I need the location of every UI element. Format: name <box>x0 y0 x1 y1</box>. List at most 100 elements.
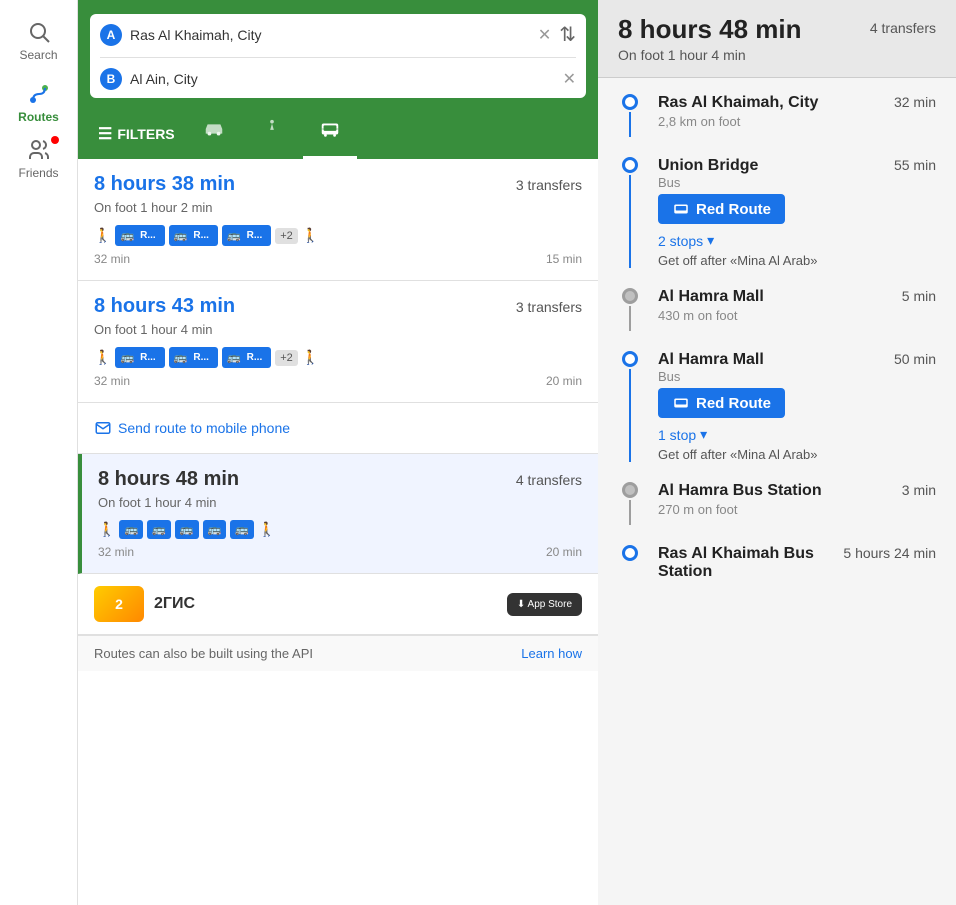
sidebar-item-friends[interactable]: Friends <box>0 128 77 190</box>
route-2-steps: 🚶 🚌 R... 🚌 R... 🚌 R... +2 🚶 <box>94 347 582 368</box>
app-store-button[interactable]: ⬇ App Store <box>507 593 582 616</box>
origin-field[interactable]: A ✕ ⇅ <box>100 22 576 47</box>
timeline-item-6: Ras Al Khaimah Bus Station 5 hours 24 mi… <box>618 545 936 581</box>
route-2-times: 32 min 20 min <box>94 374 582 388</box>
sidebar: Search Routes Friends <box>0 0 78 905</box>
route-3-transfers: 4 transfers <box>516 472 582 488</box>
bus-step-3b: 🚌 <box>147 520 171 539</box>
timeline-item-3: Al Hamra Mall 5 min 430 m on foot <box>618 288 936 351</box>
time-1: 32 min <box>894 94 936 110</box>
timeline-line-4 <box>629 369 631 462</box>
app-store-icon: ⬇ App Store <box>517 599 572 610</box>
red-route-badge-2: Red Route <box>658 388 785 418</box>
sidebar-item-search[interactable]: Search <box>0 10 77 72</box>
detail-duration: 8 hours 48 min <box>618 14 802 45</box>
red-route-badge-1: Red Route <box>658 194 785 224</box>
detail-foot: On foot 1 hour 4 min <box>618 47 802 63</box>
footer-bar: Routes can also be built using the API L… <box>78 635 598 671</box>
detail-duration-block: 8 hours 48 min On foot 1 hour 4 min <box>618 14 802 63</box>
route-1-header: 8 hours 38 min 3 transfers <box>94 173 582 196</box>
main-panel: A ✕ ⇅ B ✕ ☰ FILTERS <box>78 0 598 905</box>
timeline-dot-4 <box>622 351 638 367</box>
send-route-label: Send route to mobile phone <box>118 420 290 436</box>
route-2-duration: 8 hours 43 min <box>94 295 235 318</box>
sub-3: 430 m on foot <box>658 308 936 323</box>
stops-count-2: 1 stop <box>658 427 696 443</box>
route-1-time-start: 32 min <box>94 252 130 266</box>
route-card-1[interactable]: 8 hours 38 min 3 transfers On foot 1 hou… <box>78 159 598 281</box>
station-2: Union Bridge <box>658 157 758 175</box>
chevron-down-icon-2: ▾ <box>700 426 707 443</box>
sub-1: 2,8 km on foot <box>658 114 936 129</box>
route-3-steps: 🚶 🚌 🚌 🚌 🚌 🚌 🚶 <box>98 520 582 539</box>
car-transport-button[interactable] <box>187 108 241 159</box>
promo-logo: 2 <box>94 586 144 622</box>
route-3-time-end: 20 min <box>546 545 582 559</box>
stops-toggle-1[interactable]: 2 stops ▾ <box>658 232 936 249</box>
time-3: 5 min <box>902 288 936 304</box>
destination-input[interactable] <box>130 71 555 87</box>
timeline-line-3 <box>629 306 631 331</box>
walk-icon-1: 🚶 <box>94 227 111 244</box>
route-3-header: 8 hours 48 min 4 transfers <box>98 468 582 491</box>
route-card-2[interactable]: 8 hours 43 min 3 transfers On foot 1 hou… <box>78 281 598 403</box>
route-2-foot: On foot 1 hour 4 min <box>94 322 582 337</box>
filters-button[interactable]: ☰ FILTERS <box>90 114 183 154</box>
sidebar-friends-label: Friends <box>18 166 58 180</box>
route-1-foot: On foot 1 hour 2 min <box>94 200 582 215</box>
station-6: Ras Al Khaimah Bus Station <box>658 545 843 581</box>
timeline-item-4: Al Hamra Mall 50 min Bus Red Route 1 sto… <box>618 351 936 482</box>
clear-destination-button[interactable]: ✕ <box>563 69 576 89</box>
walk-transport-button[interactable] <box>245 108 299 159</box>
stops-toggle-2[interactable]: 1 stop ▾ <box>658 426 936 443</box>
bus-step-3c: 🚌 <box>175 520 199 539</box>
timeline-item-5: Al Hamra Bus Station 3 min 270 m on foot <box>618 482 936 545</box>
timeline-dot-6 <box>622 545 638 561</box>
walk-icon-2: 🚶 <box>94 349 111 366</box>
routes-list: 8 hours 38 min 3 transfers On foot 1 hou… <box>78 159 598 905</box>
station-3: Al Hamra Mall <box>658 288 764 306</box>
route-2-time-end: 20 min <box>546 374 582 388</box>
route-1-time-end: 15 min <box>546 252 582 266</box>
point-a-badge: A <box>100 24 122 46</box>
promo-name: 2ГИС <box>154 595 195 613</box>
timeline-dot-2 <box>622 157 638 173</box>
search-bar: A ✕ ⇅ B ✕ <box>78 0 598 108</box>
send-route-button[interactable]: Send route to mobile phone <box>94 419 290 437</box>
route-2-transfers: 3 transfers <box>516 299 582 315</box>
route-1-duration: 8 hours 38 min <box>94 173 235 196</box>
station-4: Al Hamra Mall <box>658 351 764 369</box>
time-6: 5 hours 24 min <box>843 545 936 561</box>
walk-icon-3a: 🚶 <box>98 521 115 538</box>
timeline-item-2: Union Bridge 55 min Bus Red Route 2 stop… <box>618 157 936 288</box>
route-card-3[interactable]: 8 hours 48 min 4 transfers On foot 1 hou… <box>78 454 598 574</box>
origin-input[interactable] <box>130 27 530 43</box>
red-route-label-1: Red Route <box>696 201 771 218</box>
sidebar-item-routes[interactable]: Routes <box>0 72 77 134</box>
transport-label-4: Bus <box>658 369 936 384</box>
input-row: A ✕ ⇅ B ✕ <box>90 14 586 98</box>
timeline-line-1 <box>629 112 631 137</box>
destination-field[interactable]: B ✕ <box>100 68 576 90</box>
sidebar-search-label: Search <box>19 48 57 62</box>
bus-step-1a: 🚌 R... <box>115 225 164 246</box>
bus-step-2c: 🚌 R... <box>222 347 271 368</box>
time-2: 55 min <box>894 157 936 173</box>
timeline-line-2 <box>629 175 631 268</box>
detail-header: 8 hours 48 min On foot 1 hour 4 min 4 tr… <box>598 0 956 78</box>
bus-step-2b: 🚌 R... <box>169 347 218 368</box>
swap-button[interactable]: ⇅ <box>559 22 576 47</box>
learn-how-link[interactable]: Learn how <box>521 646 582 661</box>
route-3-duration: 8 hours 48 min <box>98 468 239 491</box>
clear-origin-button[interactable]: ✕ <box>538 25 551 45</box>
route-3-foot: On foot 1 hour 4 min <box>98 495 582 510</box>
route-2-header: 8 hours 43 min 3 transfers <box>94 295 582 318</box>
timeline-dot-1 <box>622 94 638 110</box>
footer-text: Routes can also be built using the API <box>94 646 313 661</box>
sub-5: 270 m on foot <box>658 502 936 517</box>
get-off-2: Get off after «Mina Al Arab» <box>658 447 936 462</box>
bus-transport-button[interactable] <box>303 108 357 159</box>
station-1: Ras Al Khaimah, City <box>658 94 818 112</box>
walk-icon-3b: 🚶 <box>258 521 275 538</box>
red-route-label-2: Red Route <box>696 395 771 412</box>
